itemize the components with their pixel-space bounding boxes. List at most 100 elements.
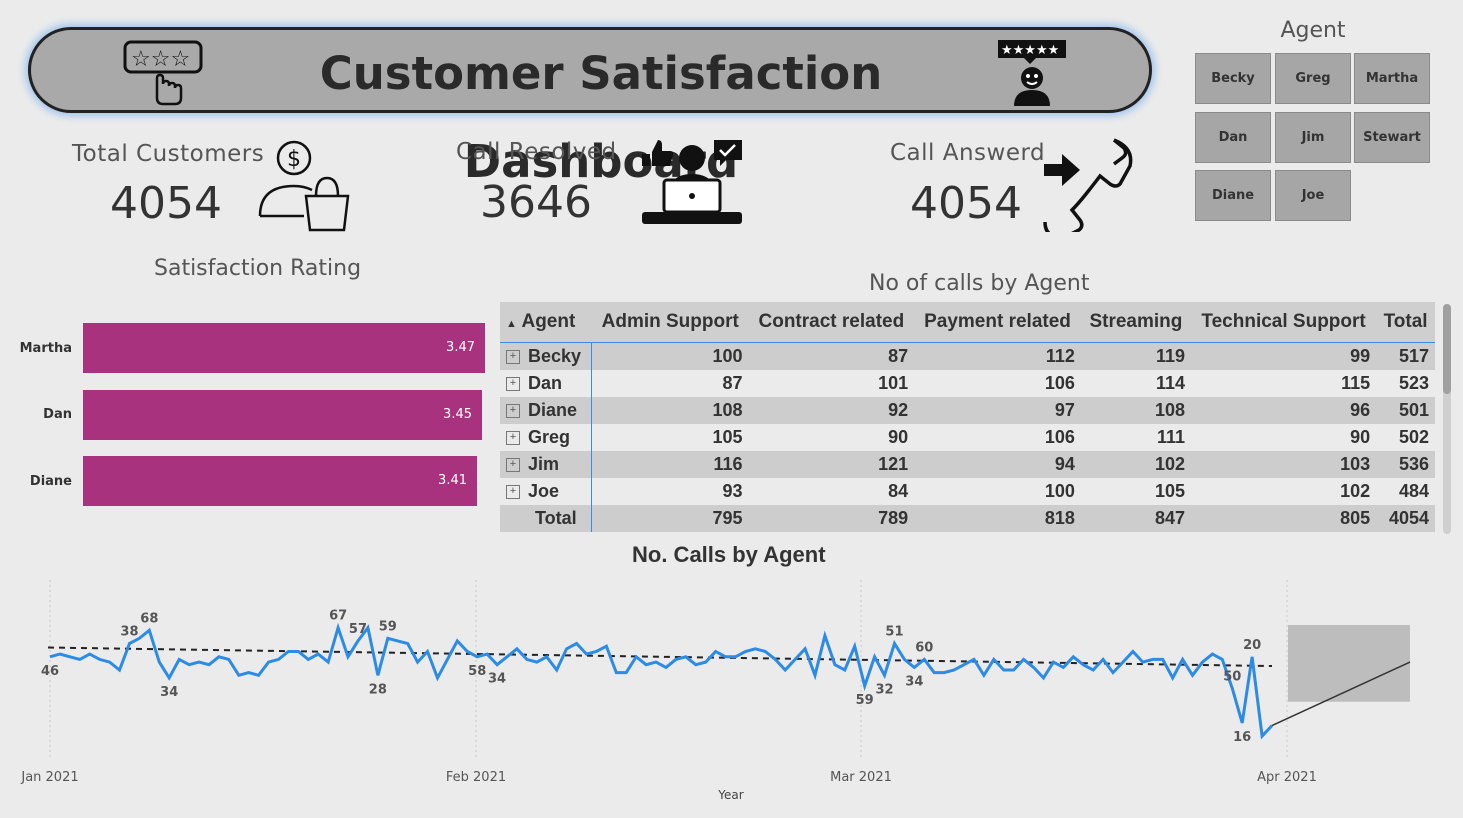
table-cell: 90 [748,424,915,451]
bar-diane[interactable]: 3.41 [83,456,477,506]
total-label: Total [500,505,593,532]
slicer-option-joe[interactable]: Joe [1275,170,1351,221]
table-row: + Greg 105 90 106 111 90 502 [500,424,1435,451]
call-answered-value: 4054 [910,178,1022,229]
table-cell: 97 [914,397,1081,424]
bar-label-dan: Dan [43,407,72,422]
data-label: 50 [1223,670,1241,685]
bar-dan[interactable]: 3.45 [83,390,482,440]
data-label: 57 [349,622,367,637]
data-label: 38 [120,625,138,640]
scrollbar-thumb[interactable] [1443,304,1451,394]
matrix-scrollbar[interactable] [1443,304,1451,534]
column-header-admin-support[interactable]: Admin Support [591,302,749,343]
table-cell: 84 [748,478,915,505]
total-cell: 789 [748,505,915,532]
row-agent-cell[interactable]: + Joe [500,478,593,505]
data-label: 32 [875,682,893,697]
table-cell: 87 [591,370,749,397]
table-row: + Diane 108 92 97 108 96 501 [500,397,1435,424]
table-cell: 501 [1376,397,1435,424]
series-line[interactable] [49,622,1274,740]
table-cell: 94 [914,451,1081,478]
table-cell: 121 [748,451,915,478]
column-header-total[interactable]: Total [1376,302,1435,343]
table-cell: 96 [1191,397,1377,424]
table-cell: 102 [1191,478,1377,505]
x-axis-title: Year [717,788,743,802]
call-answered-label: Call Answerd [890,140,1046,166]
calls-by-agent-matrix: ▲ Agent Admin Support Contract related P… [500,302,1435,536]
column-header-agent[interactable]: ▲ Agent [500,302,592,343]
table-row: + Joe 93 84 100 105 102 484 [500,478,1435,505]
expand-icon[interactable]: + [506,350,520,365]
expand-icon[interactable]: + [506,431,520,446]
sort-ascending-icon[interactable]: ▲ [506,318,517,330]
table-cell: 90 [1191,424,1377,451]
data-label: 16 [1233,730,1251,745]
data-label: 60 [915,640,933,655]
data-label: 67 [329,609,347,624]
table-cell: 100 [914,478,1081,505]
column-header-streaming[interactable]: Streaming [1080,302,1192,343]
row-agent-cell[interactable]: + Dan [500,370,593,397]
total-cell: 805 [1191,505,1377,532]
table-cell: 536 [1376,451,1435,478]
slicer-option-becky[interactable]: Becky [1195,53,1271,104]
slicer-option-diane[interactable]: Diane [1195,170,1271,221]
slicer-option-greg[interactable]: Greg [1275,53,1351,104]
data-label: 34 [905,674,923,689]
table-cell: 119 [1080,342,1192,370]
data-label: 46 [41,664,59,679]
data-label: 28 [369,682,387,697]
svg-text:$: $ [287,147,301,172]
slicer-option-stewart[interactable]: Stewart [1354,112,1430,163]
bar-martha[interactable]: 3.47 [83,323,485,373]
table-cell: 484 [1376,478,1435,505]
column-header-contract-related[interactable]: Contract related [748,302,915,343]
expand-icon[interactable]: + [506,458,520,473]
row-agent-cell[interactable]: + Becky [500,342,593,370]
x-tick-label: Feb 2021 [446,770,506,785]
expand-icon[interactable]: + [506,485,520,500]
agent-name: Greg [528,427,571,447]
table-cell: 87 [748,342,915,370]
data-label: 59 [856,693,874,708]
svg-text:☆☆☆: ☆☆☆ [131,47,190,72]
call-resolved-label: Call Resolved [456,139,617,165]
slicer-option-jim[interactable]: Jim [1275,112,1351,163]
agent-name: Becky [528,346,582,366]
table-cell: 108 [591,397,749,424]
table-cell: 502 [1376,424,1435,451]
call-resolved-value: 3646 [480,177,592,228]
table-cell: 92 [748,397,915,424]
data-label: 34 [160,685,178,700]
table-cell: 111 [1080,424,1192,451]
x-tick-label: Jan 2021 [20,770,78,785]
slicer-option-dan[interactable]: Dan [1195,112,1271,163]
total-cell: 795 [591,505,749,532]
table-cell: 517 [1376,342,1435,370]
agent-name: Jim [528,454,560,474]
row-agent-cell[interactable]: + Jim [500,451,593,478]
table-cell: 101 [748,370,915,397]
slicer-option-martha[interactable]: Martha [1354,53,1430,104]
column-header-technical-support[interactable]: Technical Support [1191,302,1377,343]
table-cell: 102 [1080,451,1192,478]
incoming-call-icon [1040,136,1136,240]
table-cell: 106 [914,424,1081,451]
table-cell: 93 [591,478,749,505]
row-agent-cell[interactable]: + Greg [500,424,593,451]
row-agent-cell[interactable]: + Diane [500,397,593,424]
expand-icon[interactable]: + [506,404,520,419]
table-cell: 103 [1191,451,1377,478]
table-row: + Jim 116 121 94 102 103 536 [500,451,1435,478]
column-header-payment-related[interactable]: Payment related [914,302,1081,343]
bar-label-martha: Martha [19,341,72,356]
bar-value-dan: 3.45 [443,407,472,422]
x-tick-label: Apr 2021 [1257,770,1317,785]
table-cell: 115 [1191,370,1377,397]
expand-icon[interactable]: + [506,377,520,392]
table-cell: 112 [914,342,1081,370]
data-label: 20 [1243,638,1261,653]
